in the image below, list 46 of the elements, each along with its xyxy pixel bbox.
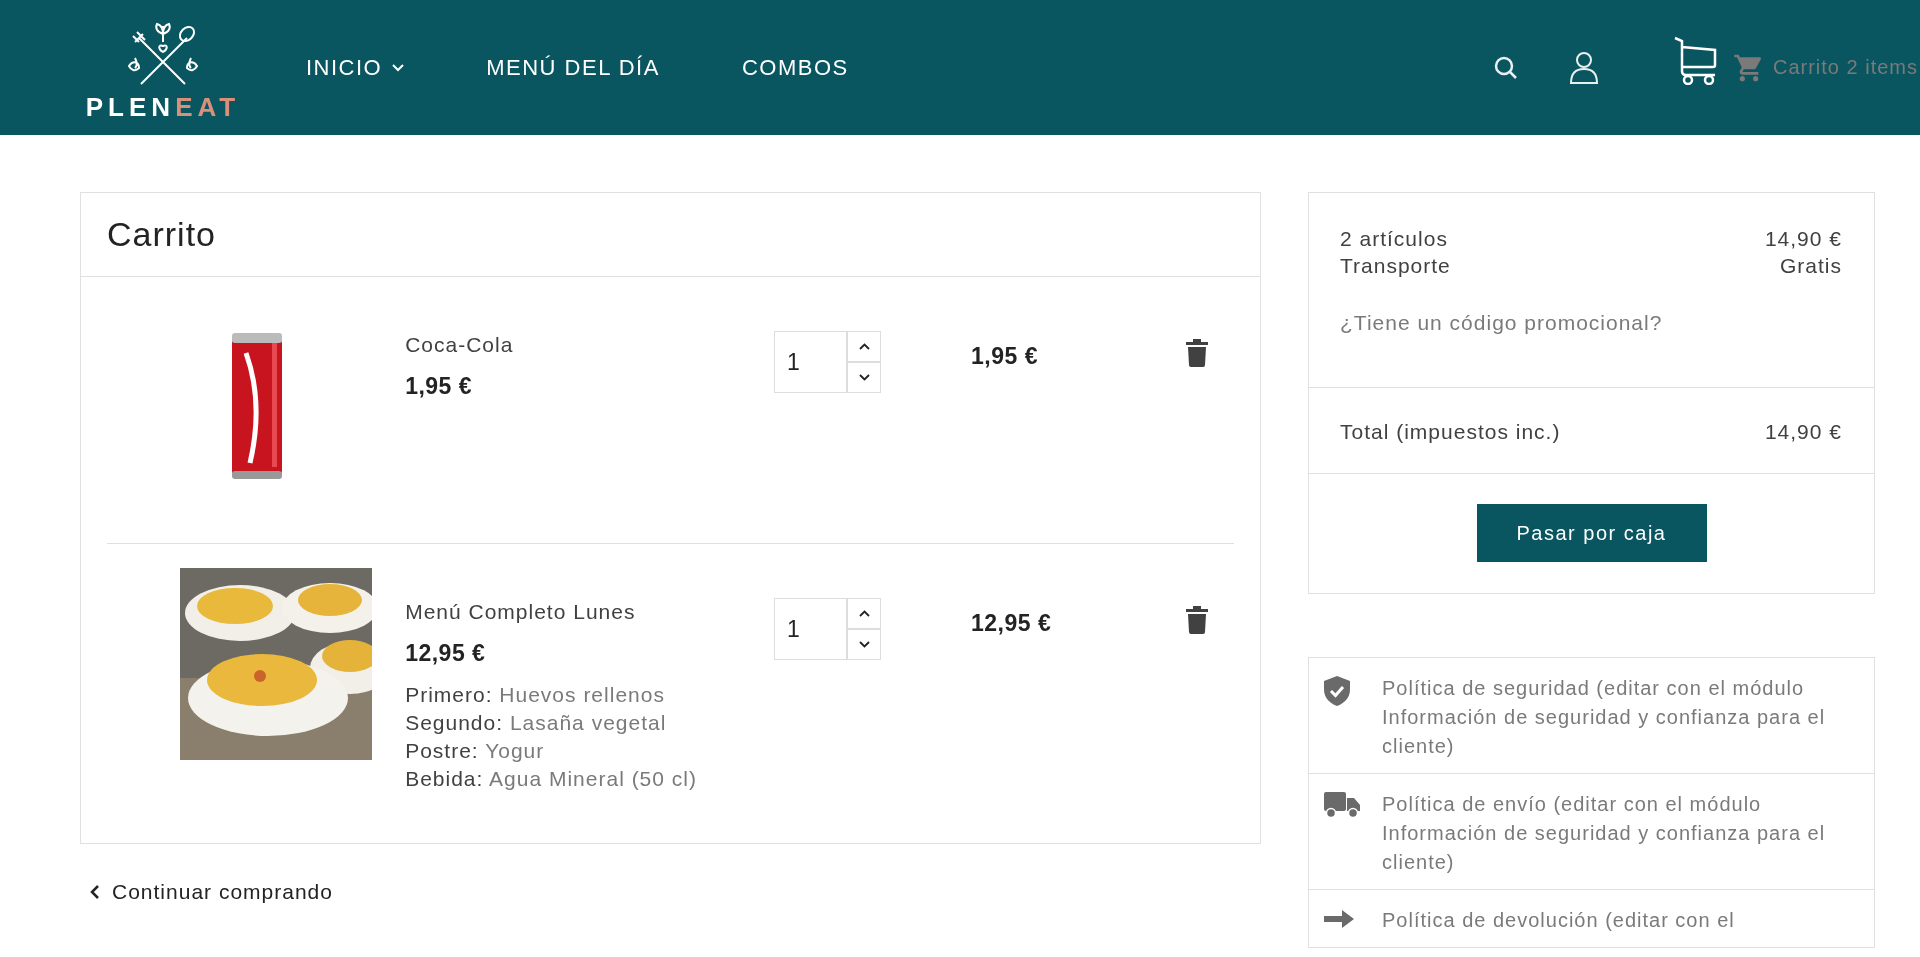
continue-shopping-link[interactable]: Continuar comprando <box>80 880 1261 904</box>
summary-value: Gratis <box>1780 253 1842 279</box>
chevron-left-icon <box>90 884 100 900</box>
policy-text: Política de seguridad (editar con el módulo Información de seguridad y confianza para el cliente) <box>1382 676 1827 759</box>
product-price: 1,95 € <box>405 373 474 400</box>
product-option: Postre: Yogur <box>405 737 774 765</box>
arrow-right-icon <box>1324 908 1354 930</box>
decrease-button[interactable] <box>847 629 881 660</box>
truck-icon <box>1324 792 1360 818</box>
search-icon[interactable] <box>1492 54 1519 81</box>
product-option: Segundo: Lasaña vegetal <box>405 709 774 737</box>
line-total: 1,95 € <box>970 343 1039 370</box>
summary-label: 2 artículos <box>1340 226 1448 252</box>
chevron-up-icon <box>858 610 870 617</box>
delete-icon[interactable] <box>1186 339 1208 367</box>
nav-link[interactable]: COMBOS <box>741 54 849 81</box>
product-option: Primero: Huevos rellenos <box>405 681 774 709</box>
summary-label: Transporte <box>1340 253 1451 279</box>
nav-link[interactable]: MENÚ DEL DÍA <box>486 54 660 81</box>
policy-text: Política de envío (editar con el módulo Información de seguridad y confianza para el cliente) <box>1382 792 1827 875</box>
increase-button[interactable] <box>847 331 881 362</box>
product-price: 12,95 € <box>405 640 487 667</box>
cart-title: Carrito <box>81 193 1260 277</box>
nav-link[interactable]: INICIO <box>306 54 405 81</box>
line-total: 12,95 € <box>970 610 1053 637</box>
chevron-down-icon <box>858 641 870 648</box>
user-icon[interactable] <box>1568 50 1599 85</box>
delete-icon[interactable] <box>1186 606 1208 634</box>
checkout-button[interactable]: Pasar por caja <box>1476 504 1707 562</box>
total-value: 14,90 € <box>1764 419 1842 445</box>
product-option: Bebida: Agua Mineral (50 cl) <box>405 765 774 793</box>
increase-button[interactable] <box>847 598 881 629</box>
product-name[interactable]: Coca-Cola <box>405 333 774 357</box>
chevron-down-icon <box>858 374 870 381</box>
promo-code-link[interactable]: ¿Tiene un código promocional? <box>1340 311 1842 335</box>
total-label: Total (impuestos inc.) <box>1340 419 1561 445</box>
shield-check-icon <box>1324 676 1350 706</box>
cart-icon[interactable] <box>1672 34 1719 85</box>
logo-text[interactable]: PLEN EAT <box>85 93 241 120</box>
summary-value: 14,90 € <box>1764 226 1842 252</box>
chevron-up-icon <box>858 343 870 350</box>
quantity-field[interactable]: 1 <box>774 598 847 660</box>
decrease-button[interactable] <box>847 362 881 393</box>
quantity-field[interactable]: 1 <box>774 331 847 393</box>
policy-text: Política de devolución (editar con el <box>1382 908 1736 933</box>
product-name[interactable]: Menú Completo Lunes <box>405 600 774 624</box>
